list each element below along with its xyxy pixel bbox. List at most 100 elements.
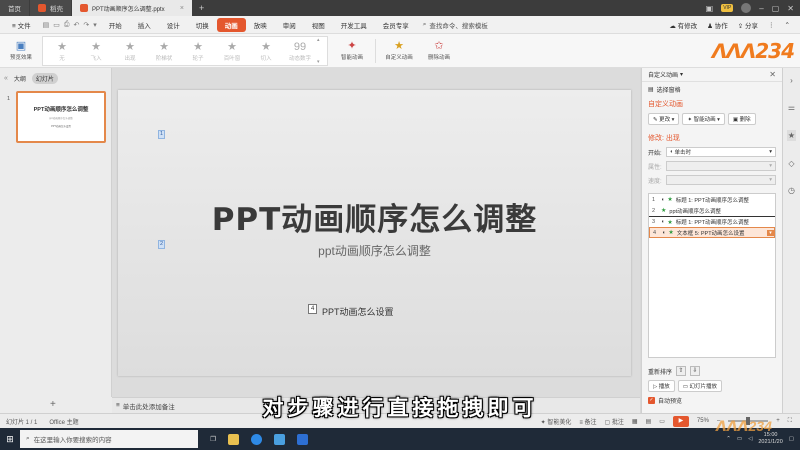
menu-file[interactable]: ≡ 文件 <box>4 18 39 32</box>
network-icon[interactable]: ▭ <box>737 436 742 442</box>
animation-item-2[interactable]: 2 ★ ppt动画顺序怎么调整 <box>649 205 775 216</box>
collapse-pane-icon[interactable]: « <box>4 75 8 82</box>
change-button[interactable]: ✎ 更改 ▾ <box>648 113 680 125</box>
edge-icon[interactable] <box>250 433 262 445</box>
tab-document-label: PPT动画顺序怎么调整.pptx <box>92 6 165 13</box>
taskbar-search[interactable]: ⌕ 在这里输入你要搜索的内容 <box>20 430 198 448</box>
effect-none-label: 无 <box>59 56 65 62</box>
collapse-ribbon-icon[interactable]: ⌃ <box>785 21 790 29</box>
animation-pane-icon[interactable]: ★ <box>786 130 797 141</box>
menu-item-home[interactable]: 开始 <box>101 18 130 32</box>
more-icon[interactable]: ▾ <box>93 21 97 29</box>
tab-document[interactable]: PPT动画顺序怎么调整.pptx × <box>72 0 192 16</box>
smart-animation-button[interactable]: ✦ 智能动画 <box>332 36 372 66</box>
pane-menu-icon[interactable]: ▾ <box>680 71 683 78</box>
close-pane-icon[interactable]: ✕ <box>769 70 776 79</box>
print-icon[interactable]: ⎙ <box>64 21 70 29</box>
more-menu-icon[interactable]: ⋮ <box>768 21 775 29</box>
gallery-up-icon[interactable]: ▴ <box>317 37 325 43</box>
tray-chevron-icon[interactable]: ⌃ <box>726 436 731 442</box>
slide-thumbnail[interactable]: PPT动画顺序怎么调整 ppt动画顺序怎么调整 PPT动画怎么设置 <box>16 91 106 143</box>
close-tab-icon[interactable]: × <box>180 5 184 12</box>
menu-item-view[interactable]: 视图 <box>304 18 333 32</box>
delete-button[interactable]: ▣ 删除 <box>727 113 756 125</box>
collab-button[interactable]: ♟ 协作 <box>707 20 728 30</box>
tab-home[interactable]: 首页 <box>0 0 29 16</box>
move-up-button[interactable]: ⇧ <box>676 366 687 376</box>
custom-animation-button[interactable]: ★ 自定义动画 <box>379 36 419 66</box>
window-tiles-icon[interactable]: ▣ <box>706 4 714 13</box>
redo-icon[interactable]: ↷ <box>83 21 89 29</box>
command-search[interactable]: ⌕ 查找命令、搜索模板 <box>423 20 488 30</box>
title-bar: 首页 稻壳 PPT动画顺序怎么调整.pptx × + ▣ VIP – ▢ ✕ <box>0 0 800 16</box>
store-icon[interactable] <box>273 433 285 445</box>
menu-item-design[interactable]: 设计 <box>159 18 188 32</box>
animation-item-1[interactable]: 1 ◖ ★ 标题 1: PPT动画顺序怎么调整 <box>649 194 775 205</box>
slide-textbox[interactable]: PPT动画怎么设置 <box>322 305 394 318</box>
gallery-scroll[interactable]: ▴ ▾ <box>317 37 325 65</box>
smart-animation-pane-button[interactable]: ✦ 智能动画 ▾ <box>682 113 725 125</box>
animation-item-3[interactable]: 3 ◖ ★ 标题 1: PPT动画顺序怎么调整 <box>649 216 775 227</box>
tab-slides[interactable]: 幻灯片 <box>31 73 58 84</box>
file-explorer-icon[interactable] <box>227 433 239 445</box>
wps-icon[interactable] <box>296 433 308 445</box>
save-icon[interactable]: ▤ <box>43 21 50 29</box>
item-dropdown-icon[interactable]: ▾ <box>767 229 774 236</box>
member-badge[interactable]: VIP <box>721 4 734 12</box>
avatar[interactable] <box>741 3 752 13</box>
menu-item-developer[interactable]: 开发工具 <box>333 18 375 32</box>
item-label: 标题 1: PPT动画顺序怎么调整 <box>675 220 750 226</box>
star-icon: ★ <box>668 230 674 236</box>
animation-marker-1[interactable]: 1 <box>158 130 166 139</box>
preview-effect-button[interactable]: ▣ 预览效果 <box>4 36 38 66</box>
volume-icon[interactable]: ◁ <box>748 436 752 442</box>
tab-daoke[interactable]: 稻壳 <box>30 0 71 16</box>
effect-cut-in-label: 切入 <box>260 56 272 62</box>
expand-icon[interactable]: › <box>790 76 793 85</box>
menu-item-transition[interactable]: 切换 <box>188 18 217 32</box>
slide-subtitle[interactable]: ppt动画顺序怎么调整 <box>118 242 631 259</box>
menu-item-animation[interactable]: 动画 <box>216 17 246 32</box>
folder-icon[interactable]: ▭ <box>53 21 60 29</box>
effect-fly-in[interactable]: ★ 飞入 <box>79 37 113 67</box>
property-select: ▾ <box>665 161 776 171</box>
undo-icon[interactable]: ↶ <box>73 21 79 29</box>
select-pane-link[interactable]: ▤ 选择窗格 <box>642 82 782 97</box>
task-view-icon[interactable]: ❐ <box>210 435 216 443</box>
effect-blinds[interactable]: ★ 百叶窗 <box>215 37 249 67</box>
status-modified[interactable]: ☁ 有修改 <box>669 20 697 30</box>
new-tab-button[interactable]: + <box>193 0 210 16</box>
settings-sliders-icon[interactable]: ⚌ <box>788 103 795 112</box>
slide-title[interactable]: PPT动画顺序怎么调整 <box>118 194 631 239</box>
animation-list: 1 ◖ ★ 标题 1: PPT动画顺序怎么调整 2 ★ ppt动画顺序怎么调整 3 ◖ ★ 标题… <box>648 193 776 358</box>
menu-item-member[interactable]: 会员专享 <box>375 18 417 32</box>
play-button[interactable]: ▷ 播放 <box>648 380 675 392</box>
animation-marker-4[interactable]: 4 <box>308 304 318 314</box>
menu-item-slideshow[interactable]: 放映 <box>246 18 275 32</box>
effect-wheel[interactable]: ★ 轮子 <box>181 37 215 67</box>
move-down-button[interactable]: ⇩ <box>690 366 701 376</box>
minimize-icon[interactable]: – <box>759 4 763 13</box>
effect-dynamic-number[interactable]: 99 动态数字 <box>283 37 317 67</box>
animation-item-4[interactable]: 4 ◖ ★ 文本框 5: PPT动画怎么设置 ▾ <box>649 227 775 238</box>
effect-cut-in[interactable]: ★ 切入 <box>249 37 283 67</box>
share-button[interactable]: ⇪ 分享 <box>738 20 758 30</box>
gallery-down-icon[interactable]: ▾ <box>317 59 325 65</box>
start-icon[interactable]: ⊞ <box>0 434 20 445</box>
notification-icon[interactable]: ▢ <box>789 436 794 442</box>
command-search-label: 查找命令、搜索模板 <box>429 22 488 30</box>
menu-item-review[interactable]: 审阅 <box>275 18 304 32</box>
maximize-icon[interactable]: ▢ <box>772 4 780 13</box>
delete-animation-button[interactable]: ✩ 删除动画 <box>419 36 459 66</box>
effect-none[interactable]: ★ 无 <box>45 37 79 67</box>
shape-icon[interactable]: ◇ <box>788 159 794 168</box>
history-icon[interactable]: ◷ <box>788 186 795 195</box>
slideshow-button[interactable]: ▭ 幻灯片播放 <box>677 380 723 392</box>
effect-stairs[interactable]: ★ 阶梯状 <box>147 37 181 67</box>
menu-item-insert[interactable]: 插入 <box>130 18 159 32</box>
start-select[interactable]: ◖ 单击时 ▾ <box>665 147 776 157</box>
close-window-icon[interactable]: ✕ <box>787 4 794 13</box>
slide[interactable]: 1 2 PPT动画顺序怎么调整 ppt动画顺序怎么调整 4 PPT动画怎么设置 <box>118 90 631 376</box>
effect-appear[interactable]: ★ 出现 <box>113 37 147 67</box>
tab-outline[interactable]: 大纲 <box>14 74 26 83</box>
